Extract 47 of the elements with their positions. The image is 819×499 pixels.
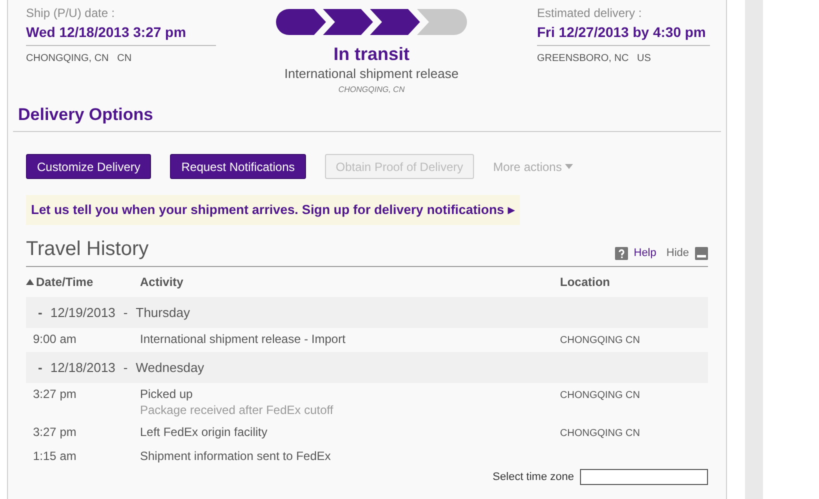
date-group-header[interactable]: - 12/19/2013 - Thursday: [26, 296, 708, 328]
ship-date: Wed 12/18/2013 3:27 pm: [26, 22, 216, 46]
event-location: CHONGQING CN: [560, 334, 640, 348]
group-date: 12/19/2013: [50, 304, 116, 322]
event-activity: Picked up: [140, 386, 194, 402]
status-detail: International shipment release: [284, 66, 459, 82]
collapse-toggle[interactable]: -: [38, 358, 42, 377]
separator: -: [123, 358, 128, 376]
hide-link[interactable]: Hide: [666, 245, 689, 262]
separator: -: [123, 304, 128, 322]
event-time: 3:27 pm: [33, 386, 78, 403]
caret-icon: [564, 164, 573, 170]
status-location: CHONGQING, CN: [338, 84, 405, 96]
group-day: Wednesday: [136, 358, 204, 377]
event-activity: Left FedEx origin facility: [140, 424, 268, 440]
event-time: 9:00 am: [33, 330, 78, 348]
delivery-location: GREENSBORO, NC US: [537, 52, 652, 66]
collapse-toggle[interactable]: -: [38, 302, 42, 322]
event-time: 3:27 pm: [33, 424, 78, 441]
event-location: CHONGQING CN: [560, 388, 640, 403]
action-button[interactable]: Customize Delivery: [26, 154, 152, 180]
delivery-date-label: Estimated delivery :: [537, 5, 643, 22]
date-group-header[interactable]: - 12/18/2013 - Wednesday: [26, 352, 708, 383]
section-title: Delivery Options: [13, 102, 721, 132]
time-zone-label: Select time zone: [492, 470, 574, 485]
column-header: Location: [560, 274, 610, 291]
group-date: 12/18/2013: [50, 358, 116, 376]
time-zone-select[interactable]: [580, 469, 708, 485]
column-header: Activity: [140, 274, 184, 291]
delivery-date: Fri 12/27/2013 by 4:30 pm: [537, 22, 710, 46]
group-day: Thursday: [136, 302, 190, 322]
shipment-status: In transit: [333, 43, 410, 66]
column-header[interactable]: Date/Time: [26, 272, 140, 291]
ship-date-label: Ship (P/U) date :: [26, 5, 116, 22]
ship-location: CHONGQING, CN CN: [26, 52, 133, 66]
notification-banner[interactable]: Let us tell you when your shipment arrives. Sign up for delivery notifications ▸: [26, 195, 520, 225]
event-activity: International shipment release - Import: [140, 330, 346, 347]
event-location: CHONGQING CN: [560, 426, 640, 441]
event-note: Package received after FedEx cutoff: [140, 402, 334, 418]
action-button[interactable]: Request Notifications: [170, 154, 306, 180]
travel-history-title: Travel History: [26, 236, 149, 262]
collapse-icon[interactable]: [695, 247, 708, 260]
help-link[interactable]: Help: [634, 245, 656, 262]
event-activity: Shipment information sent to FedEx: [140, 448, 332, 464]
help-icon[interactable]: [614, 247, 628, 260]
event-time: 1:15 am: [33, 448, 78, 464]
sort-icon: [26, 278, 34, 285]
